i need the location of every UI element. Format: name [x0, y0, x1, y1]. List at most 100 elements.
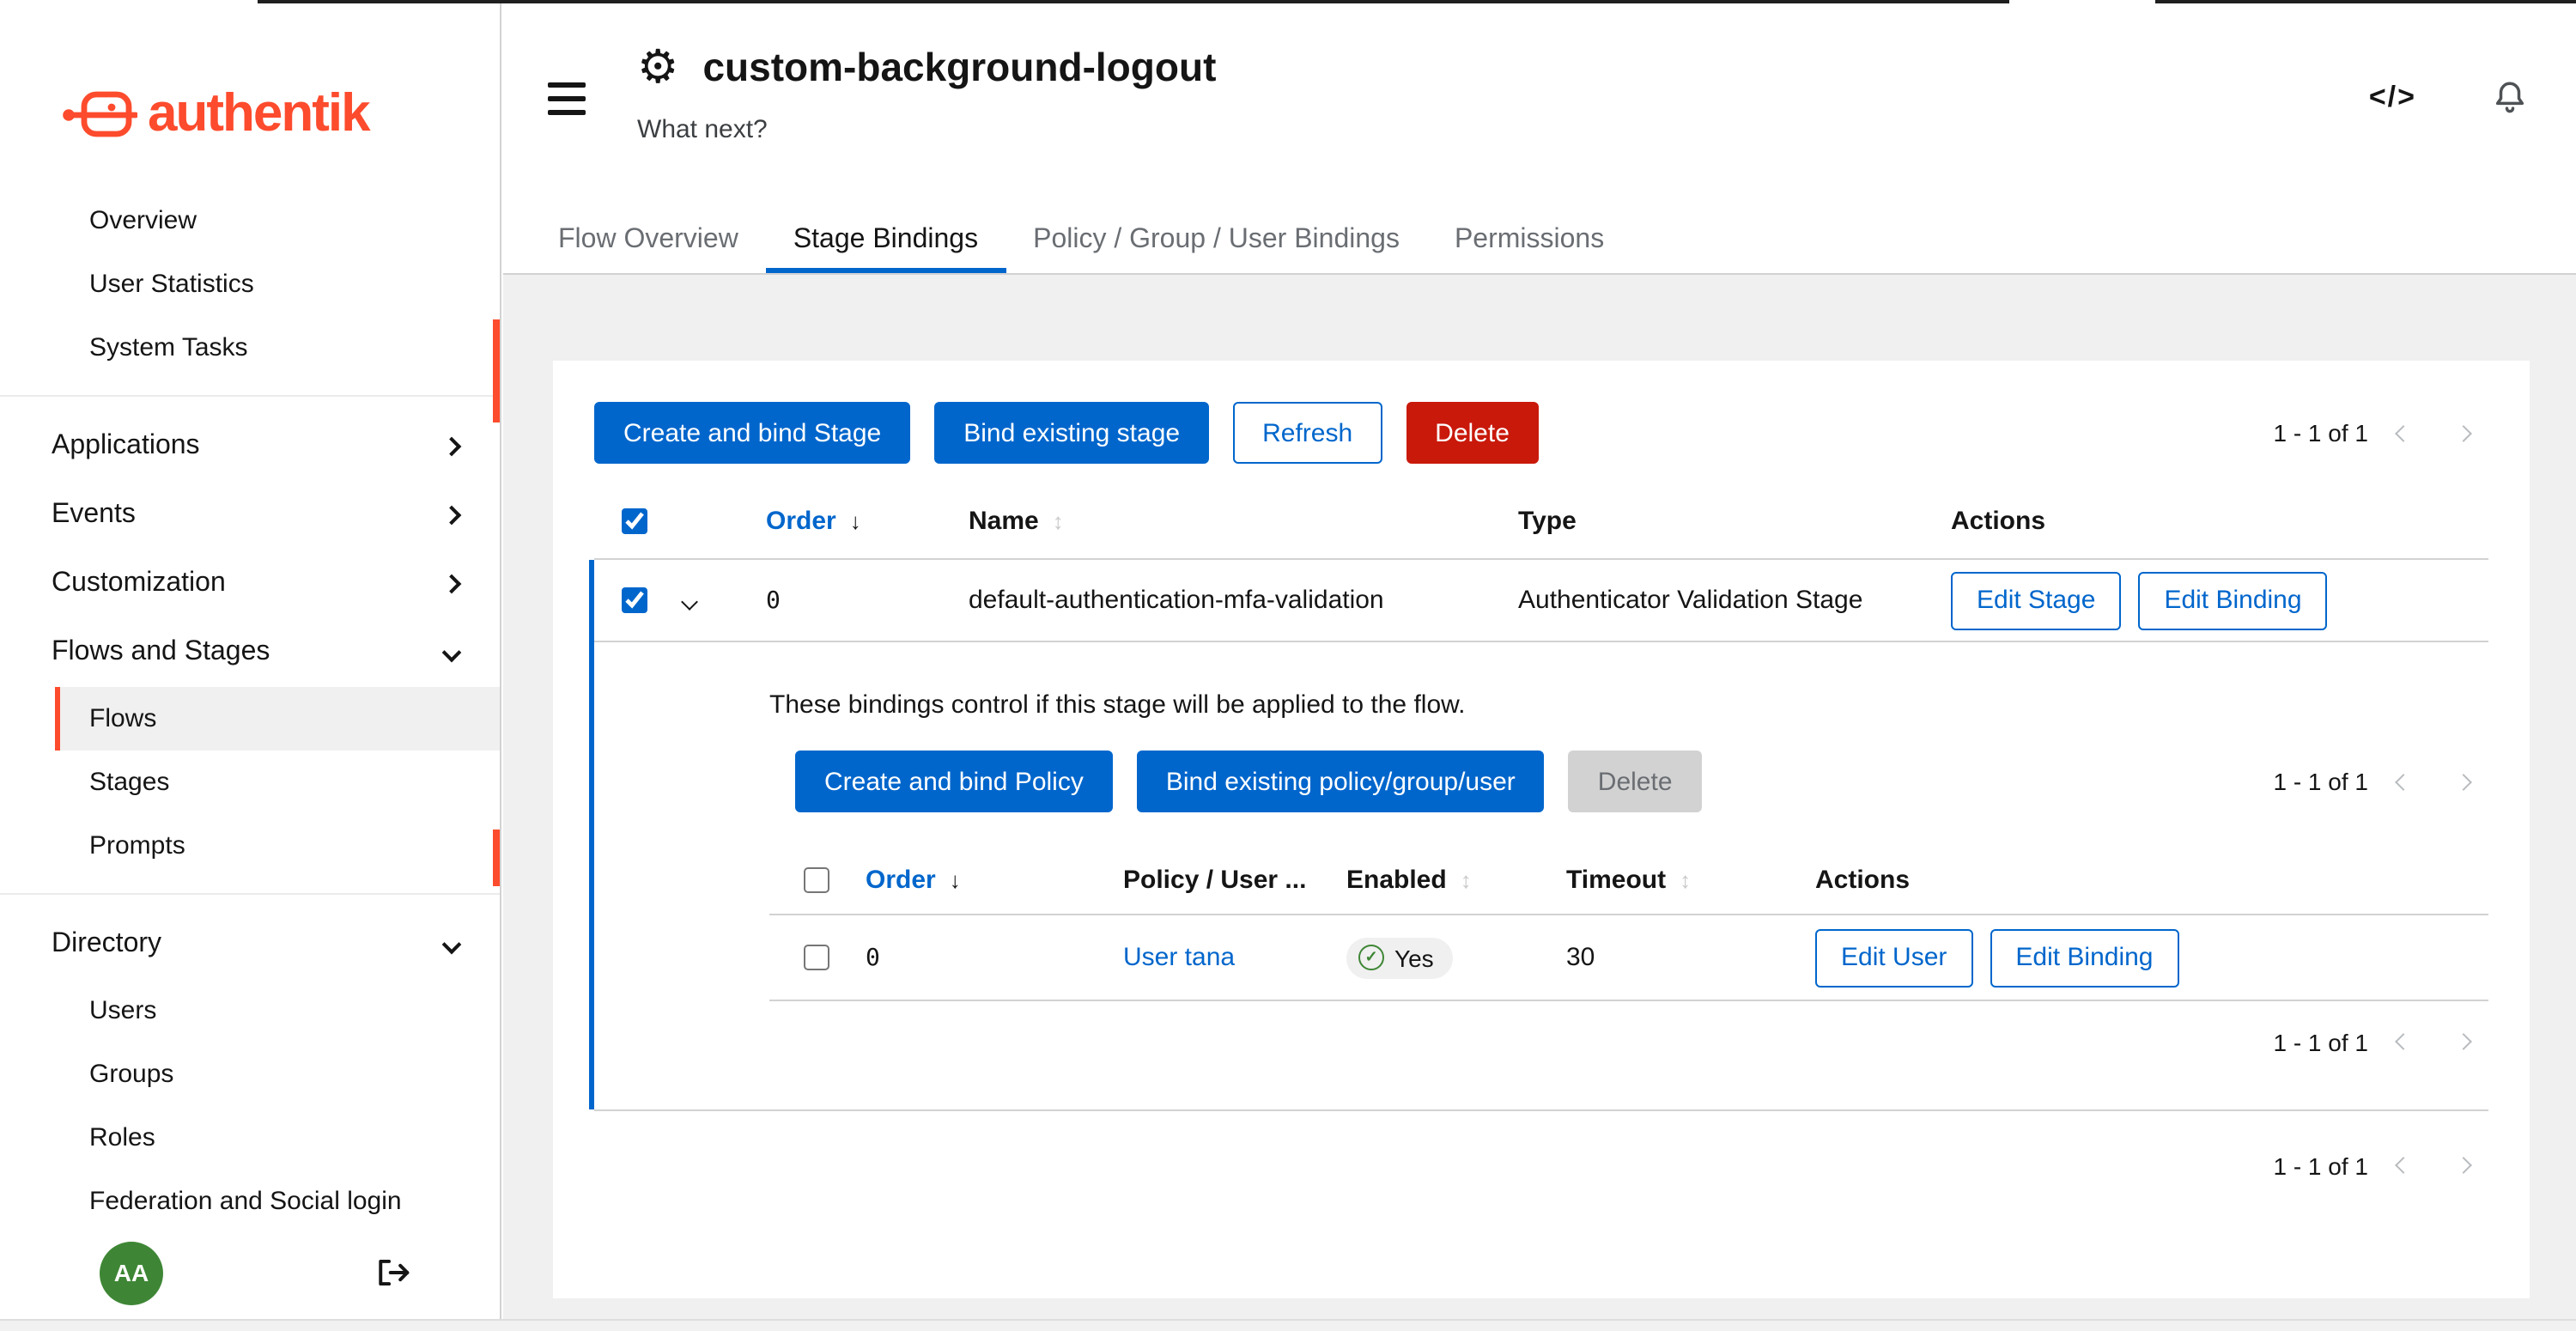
create-and-bind-stage-button[interactable]: Create and bind Stage — [594, 402, 910, 464]
sidebar-toggle-button[interactable] — [548, 82, 586, 115]
stage-table: Order ↓ Name ↕ Type Actions — [594, 484, 2488, 1182]
sidebar-scrollbar-thumb[interactable] — [493, 319, 500, 422]
column-header-order[interactable]: Order — [766, 507, 836, 536]
title-block: ⚙ custom-background-logout What next? — [637, 45, 1216, 144]
bind-existing-policy-button[interactable]: Bind existing policy/group/user — [1137, 751, 1545, 812]
delete-policy-binding-button[interactable]: Delete — [1569, 751, 1702, 812]
stage-table-header: Order ↓ Name ↕ Type Actions — [594, 484, 2488, 560]
sidebar-item-prompts[interactable]: Prompts — [55, 814, 500, 878]
tab-permissions[interactable]: Permissions — [1427, 206, 1631, 273]
chevron-right-icon — [2455, 424, 2472, 441]
chevron-right-icon — [442, 506, 462, 526]
logout-icon[interactable] — [376, 1257, 410, 1288]
pagination-label: 1 - 1 of 1 — [2273, 1028, 2368, 1055]
column-header-enabled[interactable]: Enabled — [1346, 866, 1447, 895]
sidebar-item-user-statistics[interactable]: User Statistics — [55, 252, 500, 316]
sidebar-item-roles[interactable]: Roles — [55, 1106, 500, 1170]
sidebar-item-label: Applications — [52, 431, 200, 462]
enabled-badge: ✓ Yes — [1346, 937, 1453, 978]
pagination-bottom: 1 - 1 of 1 — [2273, 1149, 2488, 1182]
user-link[interactable]: User tana — [1123, 943, 1235, 972]
cell-order: 0 — [738, 586, 941, 614]
chevron-right-icon — [442, 574, 462, 594]
sidebar-nav: Overview User Statistics System Tasks Ap… — [0, 165, 500, 1233]
policy-bindings-panel: These bindings control if this stage wil… — [594, 642, 2488, 1109]
authentik-logo[interactable]: authentik — [0, 0, 500, 165]
column-header-timeout[interactable]: Timeout — [1566, 866, 1666, 895]
policy-table-header: Order ↓ Policy / User ... Enabled ↕ — [769, 847, 2488, 915]
pagination-label: 1 - 1 of 1 — [2273, 768, 2368, 795]
tab-stage-bindings[interactable]: Stage Bindings — [766, 206, 1005, 273]
edit-binding-button[interactable]: Edit Binding — [2138, 571, 2327, 629]
sidebar-item-label: Roles — [89, 1123, 155, 1152]
sidebar-item-customization[interactable]: Customization — [0, 550, 500, 618]
sidebar-item-system-tasks[interactable]: System Tasks — [55, 316, 500, 380]
sort-desc-icon: ↓ — [950, 867, 961, 893]
sidebar-item-applications[interactable]: Applications — [0, 412, 500, 481]
api-browser-icon[interactable]: </> — [2369, 80, 2416, 114]
expansion-indicator-bar — [589, 560, 594, 1109]
bind-existing-stage-button[interactable]: Bind existing stage — [934, 402, 1209, 464]
bindings-description: These bindings control if this stage wil… — [769, 690, 2488, 720]
select-all-bindings-checkbox[interactable] — [804, 867, 829, 893]
select-all-checkbox[interactable] — [622, 508, 647, 534]
pagination-next-button[interactable] — [2439, 765, 2488, 798]
chevron-down-icon — [442, 935, 462, 955]
sidebar-item-overview[interactable]: Overview — [55, 189, 500, 252]
stage-bindings-card: Create and bind Stage Bind existing stag… — [553, 361, 2530, 1298]
sidebar-item-flows[interactable]: Flows — [55, 687, 500, 751]
select-row-checkbox[interactable] — [622, 587, 647, 613]
sidebar-item-label: Overview — [89, 206, 197, 235]
pagination-prev-button[interactable] — [2379, 416, 2428, 449]
edit-binding-inner-button[interactable]: Edit Binding — [1990, 928, 2178, 987]
pagination-next-button[interactable] — [2439, 416, 2488, 449]
pagination-next-button[interactable] — [2439, 1025, 2488, 1058]
pagination-next-button[interactable] — [2439, 1149, 2488, 1182]
sidebar-item-label: Directory — [52, 929, 161, 960]
sidebar-item-label: Stages — [89, 768, 169, 797]
pagination-policy-bottom: 1 - 1 of 1 — [769, 1025, 2488, 1058]
pagination-prev-button[interactable] — [2379, 1149, 2428, 1182]
sidebar-item-users[interactable]: Users — [55, 979, 500, 1042]
collapse-row-button[interactable] — [670, 574, 709, 627]
chevron-right-icon — [2455, 773, 2472, 790]
stage-toolbar: Create and bind Stage Bind existing stag… — [594, 402, 2488, 464]
sort-desc-icon: ↓ — [850, 508, 861, 534]
page-header: ⚙ custom-background-logout What next? </… — [503, 0, 2576, 206]
avatar[interactable]: AA — [100, 1241, 163, 1304]
edit-user-button[interactable]: Edit User — [1815, 928, 1972, 987]
app-window: authentik Overview User Statistics Syste… — [0, 0, 2576, 1331]
sidebar-divider — [0, 395, 500, 397]
cell-type: Authenticator Validation Stage — [1491, 586, 1923, 615]
column-header-name[interactable]: Name — [969, 507, 1039, 536]
tab-policy-group-user-bindings[interactable]: Policy / Group / User Bindings — [1005, 206, 1427, 273]
delete-button[interactable]: Delete — [1406, 402, 1539, 464]
page-title: custom-background-logout — [702, 45, 1216, 91]
sidebar-item-events[interactable]: Events — [0, 481, 500, 550]
sidebar-item-directory[interactable]: Directory — [0, 910, 500, 979]
horizontal-scrollbar[interactable] — [0, 1319, 2576, 1331]
chevron-right-icon — [2455, 1157, 2472, 1174]
sidebar-item-label: Flows — [89, 704, 156, 733]
sidebar-scrollbar-thumb[interactable] — [493, 830, 500, 886]
refresh-button[interactable]: Refresh — [1233, 402, 1382, 464]
column-header-policy-user: Policy / User ... — [1123, 866, 1306, 895]
sidebar-item-flows-and-stages[interactable]: Flows and Stages — [0, 618, 500, 687]
sidebar-item-groups[interactable]: Groups — [55, 1042, 500, 1106]
select-binding-checkbox[interactable] — [804, 945, 829, 970]
edit-stage-button[interactable]: Edit Stage — [1951, 571, 2121, 629]
policy-bindings-table: Order ↓ Policy / User ... Enabled ↕ — [769, 847, 2488, 1001]
window-top-edge — [2155, 0, 2576, 3]
pagination-prev-button[interactable] — [2379, 1025, 2428, 1058]
pagination-prev-button[interactable] — [2379, 765, 2428, 798]
sidebar-item-label: Federation and Social login — [89, 1187, 402, 1216]
column-header-order[interactable]: Order — [866, 866, 936, 895]
notifications-bell-icon[interactable] — [2492, 79, 2528, 115]
create-and-bind-policy-button[interactable]: Create and bind Policy — [795, 751, 1113, 812]
tab-flow-overview[interactable]: Flow Overview — [531, 206, 766, 273]
sidebar-item-stages[interactable]: Stages — [55, 751, 500, 814]
content-area: Create and bind Stage Bind existing stag… — [503, 275, 2576, 1298]
sidebar-item-label: Events — [52, 500, 136, 531]
chevron-right-icon — [2455, 1033, 2472, 1050]
sidebar-item-federation[interactable]: Federation and Social login — [55, 1170, 500, 1233]
